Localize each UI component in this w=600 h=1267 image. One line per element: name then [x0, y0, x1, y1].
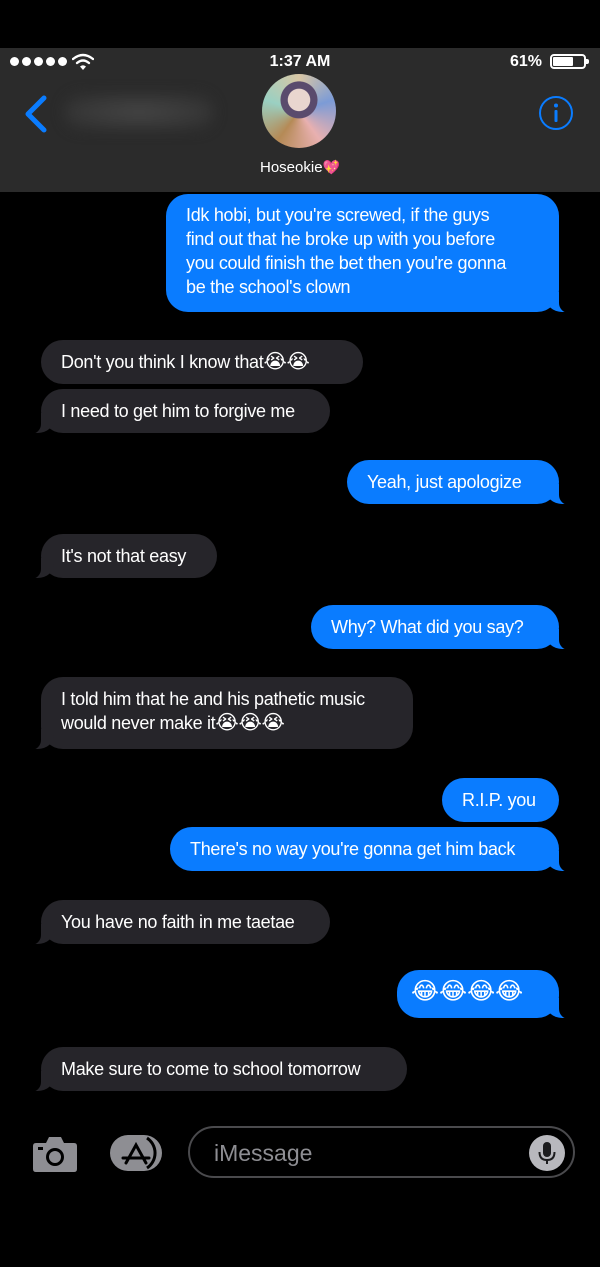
imessage-input[interactable]: iMessage [188, 1126, 575, 1178]
sent-message[interactable]: Yeah, just apologize [347, 460, 573, 505]
contact-name[interactable]: Hoseokie💖 [0, 159, 600, 176]
crying-emoji-icon: 😭😭😭 [215, 712, 285, 734]
conversation-header: 1:37 AM 61% Hoseokie💖 [0, 48, 600, 192]
received-message[interactable]: It's not that easy [27, 534, 217, 579]
laughing-emoji-icon: 😂😂😂😂 [411, 978, 524, 1005]
message-text: R.I.P. you [462, 790, 536, 810]
contact-name-text: Hoseokie [260, 159, 323, 176]
message-line: be the school's clown [186, 277, 351, 297]
app-store-icon[interactable] [109, 1134, 163, 1172]
top-black-area [0, 0, 600, 48]
battery-percent: 61% [509, 53, 542, 70]
message-text: I need to get him to forgive me [61, 401, 295, 421]
received-message[interactable]: Don't you think I know that😭😭 [41, 340, 363, 384]
blurred-redaction [64, 94, 214, 130]
message-line: would never make it [61, 713, 216, 733]
imessage-placeholder: iMessage [214, 1140, 313, 1166]
message-line: find out that he broke up with you befor… [186, 229, 495, 249]
camera-icon[interactable] [32, 1133, 78, 1173]
heart-emoji-icon: 💖 [322, 159, 340, 175]
sent-message[interactable]: There's no way you're gonna get him back [170, 827, 573, 872]
crying-emoji-icon: 😭😭 [263, 351, 310, 373]
microphone-icon[interactable] [529, 1135, 565, 1171]
received-message[interactable]: I told him that he and his pathetic musi… [27, 677, 413, 750]
battery-icon [550, 54, 589, 69]
sent-message[interactable]: Why? What did you say? [311, 605, 573, 650]
message-text: There's no way you're gonna get him back [190, 839, 516, 859]
message-text: Yeah, just apologize [367, 472, 522, 492]
message-text: You have no faith in me taetae [61, 912, 295, 932]
status-bar: 1:37 AM 61% [0, 48, 600, 76]
message-text: Don't you think I know that [61, 352, 264, 372]
received-message[interactable]: I need to get him to forgive me [27, 389, 330, 434]
received-message[interactable]: You have no faith in me taetae [27, 900, 330, 945]
sent-message[interactable]: 😂😂😂😂 [397, 970, 573, 1019]
received-message[interactable]: Make sure to come to school tomorrow [27, 1047, 407, 1092]
message-line: Idk hobi, but you're screwed, if the guy… [186, 205, 490, 225]
sent-message[interactable]: Idk hobi, but you're screwed, if the guy… [166, 194, 573, 313]
message-text: Why? What did you say? [331, 617, 524, 637]
message-line: you could finish the bet then you're gon… [186, 253, 507, 273]
back-chevron-icon[interactable] [20, 92, 54, 136]
message-text: It's not that easy [61, 546, 187, 566]
sent-message[interactable]: R.I.P. you [442, 778, 559, 822]
info-icon[interactable] [538, 95, 574, 131]
contact-avatar[interactable] [262, 74, 336, 148]
message-line: I told him that he and his pathetic musi… [61, 689, 365, 709]
message-text: Make sure to come to school tomorrow [61, 1059, 361, 1079]
